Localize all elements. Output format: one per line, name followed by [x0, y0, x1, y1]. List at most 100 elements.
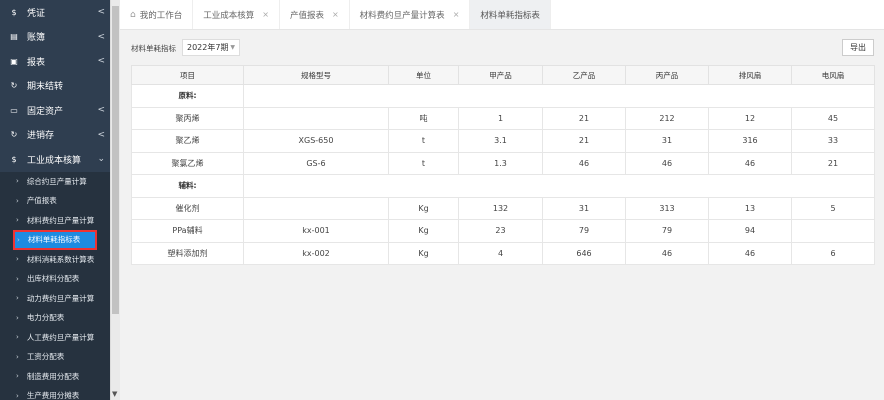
- column-header: 单位: [388, 65, 459, 85]
- sidebar-item[interactable]: ▤ 账簿 <: [0, 25, 110, 50]
- table-row: 催化剂 Kg 132 31 313 13 5: [131, 196, 875, 220]
- table-cell: 46: [542, 151, 626, 175]
- section-row: 原料:: [131, 84, 875, 108]
- sidebar-subitem-label: 动力费约旦产量计算: [26, 293, 95, 303]
- chevron-right-icon: ›: [17, 235, 20, 244]
- table-cell: 23: [458, 219, 543, 243]
- sidebar-subitem[interactable]: › 综合约旦产量计算: [0, 172, 110, 192]
- tab[interactable]: ⌂ 我的工作台: [120, 0, 194, 29]
- sidebar-subitem[interactable]: › 工资分配表: [0, 347, 110, 367]
- tab-label: 材料费约旦产量计算表: [359, 10, 445, 21]
- table-cell: 46: [708, 241, 792, 265]
- table-cell: 132: [458, 196, 543, 220]
- tab[interactable]: 工业成本核算 ×: [193, 0, 280, 29]
- sidebar-subitem-label: 综合约旦产量计算: [26, 176, 87, 186]
- table-cell: Kg: [388, 241, 459, 265]
- close-icon[interactable]: ×: [262, 10, 269, 19]
- table-cell: 46: [625, 241, 709, 265]
- column-header: 丙产品: [625, 65, 709, 85]
- tab-label: 材料单耗指标表: [480, 10, 540, 21]
- sidebar-subitem-label: 人工费约旦产量计算: [26, 332, 95, 342]
- table-cell: 催化剂: [131, 196, 244, 220]
- sidebar-item[interactable]: ▭ 固定资产 <: [0, 98, 110, 123]
- sidebar-item[interactable]: ↻ 进销存 <: [0, 123, 110, 148]
- toolbar: 材料单耗指标 2022年7期 ▼ 导出: [120, 30, 884, 62]
- chevron-right-icon: ›: [16, 255, 19, 264]
- table-cell: 5: [791, 196, 875, 220]
- sidebar-subitem[interactable]: › 材料单耗指标表: [13, 230, 97, 250]
- table-cell: PPa辅料: [131, 219, 244, 243]
- table-cell: 46: [708, 151, 792, 175]
- sidebar-subitem[interactable]: › 电力分配表: [0, 308, 110, 328]
- table-cell: 21: [542, 106, 626, 130]
- tab[interactable]: 产值报表 ×: [280, 0, 350, 29]
- table-cell: [243, 174, 875, 198]
- sidebar-item-label: 期末结转: [27, 82, 64, 93]
- sidebar-subitem[interactable]: › 生产费用分摊表: [0, 386, 110, 400]
- chevron-left-icon: <: [97, 56, 105, 67]
- main-content: 材料单耗指标 2022年7期 ▼ 导出 项目 规格型号 单位 甲产品 乙产品 丙产品 排风扇…: [120, 30, 884, 400]
- close-icon[interactable]: ×: [332, 10, 339, 19]
- table-cell: 79: [625, 219, 709, 243]
- table-cell: [243, 106, 389, 130]
- chevron-right-icon: ›: [16, 333, 19, 342]
- table-cell: 313: [625, 196, 709, 220]
- table-cell: 79: [542, 219, 626, 243]
- table-cell: 212: [625, 106, 709, 130]
- table-cell: 31: [625, 129, 709, 153]
- scroll-down-arrow-icon[interactable]: ▼: [112, 390, 117, 398]
- sidebar-subitem[interactable]: › 产值报表: [0, 191, 110, 211]
- chevron-right-icon: ›: [16, 372, 19, 381]
- chevron-right-icon: ›: [16, 352, 19, 361]
- table-cell: GS-6: [243, 151, 389, 175]
- filter-label: 材料单耗指标: [131, 44, 176, 53]
- table-cell: kx-002: [243, 241, 389, 265]
- scrollbar-thumb[interactable]: [112, 6, 119, 314]
- sidebar-subitem-label: 产值报表: [26, 196, 57, 206]
- app-window: { "sidebar": { "top_items": [ {"icon": "…: [0, 0, 884, 400]
- tab[interactable]: 材料单耗指标表: [470, 0, 551, 29]
- table-cell: Kg: [388, 219, 459, 243]
- sidebar-subitem[interactable]: › 材料消耗系数计算表: [0, 250, 110, 270]
- sidebar-subitem[interactable]: › 出库材料分配表: [0, 269, 110, 289]
- chevron-right-icon: ›: [16, 196, 19, 205]
- chevron-left-icon: <: [97, 129, 105, 140]
- period-select[interactable]: 2022年7期 ▼: [182, 39, 240, 56]
- close-icon[interactable]: ×: [453, 10, 460, 19]
- sidebar-item[interactable]: ↻ 期末结转: [0, 74, 110, 99]
- table-cell: 12: [708, 106, 792, 130]
- sidebar-item-label: 凭证: [27, 8, 46, 19]
- sidebar-submenu: › 综合约旦产量计算 › 产值报表 › 材料费约旦产量计算 › 材料单耗指标表 › 材料消耗系数计…: [0, 171, 110, 400]
- chevron-down-icon: ⌄: [97, 154, 105, 165]
- section-label: 辅料:: [131, 174, 244, 198]
- sidebar-subitem[interactable]: › 人工费约旦产量计算: [0, 328, 110, 348]
- sidebar-subitem-label: 材料费约旦产量计算: [26, 215, 95, 225]
- sidebar-item[interactable]: $ 工业成本核算 ⌄: [0, 147, 110, 172]
- table-cell: 316: [708, 129, 792, 153]
- sidebar-item-label: 固定资产: [27, 106, 64, 117]
- chevron-right-icon: ›: [16, 294, 19, 303]
- sidebar-item[interactable]: ▣ 报表 <: [0, 49, 110, 74]
- table-cell: 646: [542, 241, 626, 265]
- sidebar-subitem[interactable]: › 制造费用分配表: [0, 367, 110, 387]
- table-cell: 1: [458, 106, 543, 130]
- sidebar-scrollbar[interactable]: ▼: [110, 0, 120, 400]
- sidebar-item-label: 进销存: [27, 131, 55, 142]
- table-cell: 6: [791, 241, 875, 265]
- table-cell: Kg: [388, 196, 459, 220]
- tab-bar: ⌂ 我的工作台 工业成本核算 × 产值报表 × 材料费约旦产量计算表 × 材料单耗指标表: [120, 0, 884, 30]
- chevron-right-icon: ›: [16, 216, 19, 225]
- chevron-left-icon: <: [97, 7, 105, 18]
- sidebar-item[interactable]: $ 凭证 <: [0, 0, 110, 25]
- tab[interactable]: 材料费约旦产量计算表 ×: [350, 0, 471, 29]
- sidebar-subitem[interactable]: › 动力费约旦产量计算: [0, 289, 110, 309]
- column-header: 电风扇: [791, 65, 875, 85]
- chevron-right-icon: ›: [16, 391, 19, 400]
- table-cell: 33: [791, 129, 875, 153]
- table-row: PPa辅料 kx-001 Kg 23 79 79 94: [131, 219, 875, 243]
- column-header: 甲产品: [458, 65, 543, 85]
- sidebar-subitem[interactable]: › 材料费约旦产量计算: [0, 211, 110, 231]
- column-header: 乙产品: [542, 65, 626, 85]
- table-cell: 1.3: [458, 151, 543, 175]
- export-button[interactable]: 导出: [842, 39, 874, 56]
